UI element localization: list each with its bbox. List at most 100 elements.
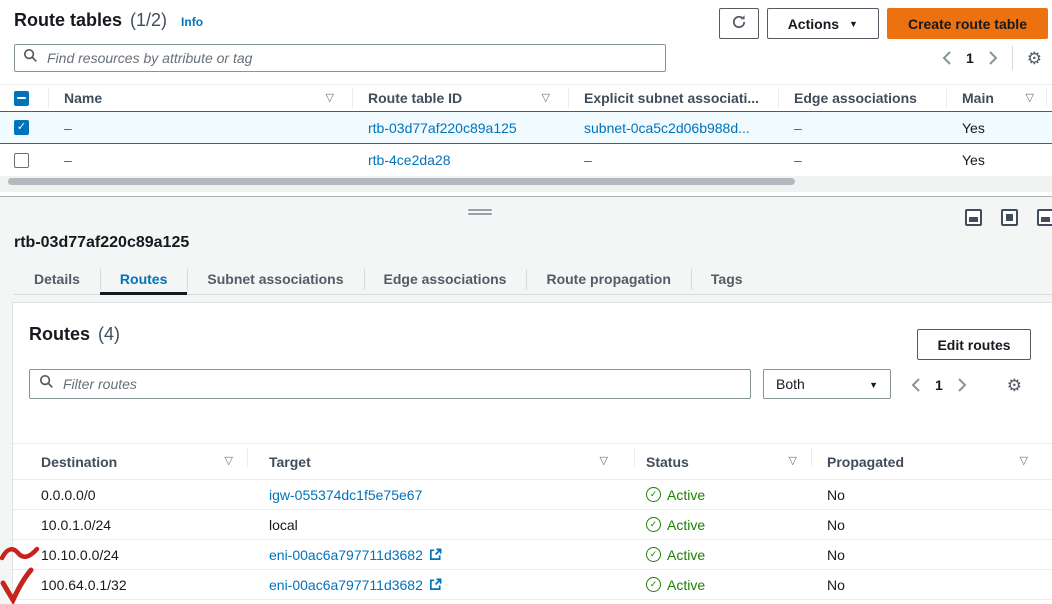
route-filter-dropdown[interactable]: Both ▼	[763, 369, 891, 399]
column-header-explicit-subnet: Explicit subnet associati...	[568, 85, 778, 111]
edge-associations-cell: –	[778, 152, 946, 168]
destination-cell: 10.10.0.0/24	[13, 547, 247, 563]
search-icon	[23, 48, 38, 68]
status-check-icon: ✓	[646, 517, 661, 532]
column-header-name[interactable]: Name ▽	[48, 85, 352, 111]
target-link[interactable]: igw-055374dc1f5e75e67	[269, 487, 422, 503]
panel-tabs: Details Routes Subnet associations Edge …	[14, 265, 1052, 295]
edge-associations-cell: –	[778, 120, 946, 136]
route-table-id-link[interactable]: rtb-4ce2da28	[368, 152, 451, 168]
page-number[interactable]: 1	[935, 377, 943, 393]
panel-title: rtb-03d77af220c89a125	[14, 234, 189, 252]
page-header: Route tables (1/2) Info	[14, 10, 203, 31]
previous-page-icon[interactable]	[942, 51, 952, 65]
table-row[interactable]: ✓ – rtb-03d77af220c89a125 subnet-0ca5c2d…	[0, 111, 1052, 144]
sort-icon[interactable]: ▽	[789, 456, 797, 467]
tab-tags[interactable]: Tags	[691, 265, 763, 294]
tab-details[interactable]: Details	[14, 265, 100, 294]
column-header-propagated[interactable]: Propagated ▽	[811, 444, 1052, 479]
column-header-route-table-id[interactable]: Route table ID ▽	[352, 85, 568, 111]
refresh-button[interactable]	[719, 8, 759, 39]
column-header-edge-associations: Edge associations	[778, 85, 946, 111]
tab-subnet-associations[interactable]: Subnet associations	[187, 265, 363, 294]
route-row[interactable]: 0.0.0.0/0 igw-055374dc1f5e75e67 ✓Active …	[13, 480, 1052, 510]
target-link[interactable]: eni-00ac6a797711d3682	[269, 577, 423, 593]
row-checkbox[interactable]	[14, 153, 29, 168]
tab-routes[interactable]: Routes	[100, 265, 187, 294]
sort-icon[interactable]: ▽	[1020, 456, 1028, 467]
filter-routes-input[interactable]	[61, 375, 750, 393]
destination-cell: 10.0.1.0/24	[13, 517, 247, 533]
propagated-cell: No	[811, 517, 1052, 533]
column-header-target[interactable]: Target ▽	[247, 444, 634, 479]
panel-side-layout-icon[interactable]	[1037, 209, 1052, 226]
status-check-icon: ✓	[646, 577, 661, 592]
find-resources-search[interactable]	[14, 44, 666, 72]
row-checkbox[interactable]: ✓	[14, 120, 29, 135]
horizontal-scrollbar	[0, 176, 1052, 192]
sort-icon[interactable]: ▽	[600, 456, 608, 467]
panel-main-layout-icon[interactable]	[1001, 209, 1018, 226]
sort-icon[interactable]: ▽	[225, 456, 233, 467]
routes-card: Routes (4) Edit routes Both ▼ 1	[12, 302, 1052, 604]
page-title: Route tables	[14, 10, 122, 31]
destination-cell: 0.0.0.0/0	[13, 487, 247, 503]
destination-cell: 100.64.0.1/32	[13, 577, 247, 593]
panel-resize-handle[interactable]	[468, 209, 492, 215]
routes-header-row: Destination ▽ Target ▽ Status ▽ Propagat…	[13, 443, 1052, 480]
caret-down-icon: ▼	[869, 381, 878, 390]
routes-title: Routes	[29, 324, 90, 345]
next-page-icon[interactable]	[957, 378, 967, 392]
scrollbar-thumb[interactable]	[8, 178, 795, 185]
propagated-cell: No	[811, 577, 1052, 593]
settings-gear-icon[interactable]: ⚙	[1007, 377, 1022, 394]
table-header-row: Name ▽ Route table ID ▽ Explicit subnet …	[0, 84, 1052, 111]
search-input[interactable]	[45, 49, 665, 67]
column-divider	[1046, 88, 1047, 107]
status-badge: ✓Active	[646, 487, 705, 503]
target-cell: local	[247, 517, 634, 533]
route-row[interactable]: 10.10.0.0/24 eni-00ac6a797711d3682 ✓Acti…	[13, 540, 1052, 570]
status-check-icon: ✓	[646, 487, 661, 502]
status-badge: ✓Active	[646, 577, 705, 593]
route-tables-console: Route tables (1/2) Info Actions ▼ Create…	[0, 0, 1052, 604]
settings-gear-icon[interactable]: ⚙	[1027, 50, 1042, 67]
name-cell: –	[48, 152, 352, 168]
actions-button[interactable]: Actions ▼	[767, 8, 879, 39]
column-header-destination[interactable]: Destination ▽	[13, 444, 247, 479]
subnet-association-link[interactable]: subnet-0ca5c2d06b988d...	[584, 120, 750, 136]
routes-card-header: Routes (4)	[29, 324, 120, 345]
previous-page-icon[interactable]	[911, 378, 921, 392]
pagination-divider	[1012, 46, 1013, 70]
column-header-status[interactable]: Status ▽	[634, 444, 811, 479]
external-link-icon[interactable]	[429, 548, 442, 561]
create-button-label: Create route table	[908, 16, 1027, 32]
page-number[interactable]: 1	[966, 50, 974, 66]
route-row[interactable]: 100.64.0.1/32 eni-00ac6a797711d3682 ✓Act…	[13, 570, 1052, 600]
panel-bottom-layout-icon[interactable]	[965, 209, 982, 226]
next-page-icon[interactable]	[988, 51, 998, 65]
sort-icon[interactable]: ▽	[326, 93, 334, 104]
info-link[interactable]: Info	[181, 15, 203, 29]
select-all-checkbox[interactable]	[14, 91, 29, 106]
tab-edge-associations[interactable]: Edge associations	[364, 265, 527, 294]
routes-pagination: 1 ⚙	[911, 373, 1022, 397]
sort-icon[interactable]: ▽	[1026, 93, 1034, 104]
sort-icon[interactable]: ▽	[542, 93, 550, 104]
refresh-icon	[731, 14, 747, 33]
filter-routes-search[interactable]	[29, 369, 751, 399]
status-check-icon: ✓	[646, 547, 661, 562]
edit-routes-button[interactable]: Edit routes	[917, 329, 1031, 360]
panel-layout-controls	[965, 209, 1052, 231]
target-link[interactable]: eni-00ac6a797711d3682	[269, 547, 423, 563]
route-table-id-link[interactable]: rtb-03d77af220c89a125	[368, 120, 517, 136]
column-header-main[interactable]: Main ▽	[946, 85, 1052, 111]
create-route-table-button[interactable]: Create route table	[887, 8, 1048, 39]
tab-route-propagation[interactable]: Route propagation	[526, 265, 690, 294]
route-row[interactable]: 10.0.1.0/24 local ✓Active No	[13, 510, 1052, 540]
subnet-association-cell: –	[568, 152, 778, 168]
external-link-icon[interactable]	[429, 578, 442, 591]
table-row[interactable]: – rtb-4ce2da28 – – Yes	[0, 144, 1052, 177]
route-filter-value: Both	[776, 376, 805, 392]
check-icon: ✓	[17, 122, 26, 133]
